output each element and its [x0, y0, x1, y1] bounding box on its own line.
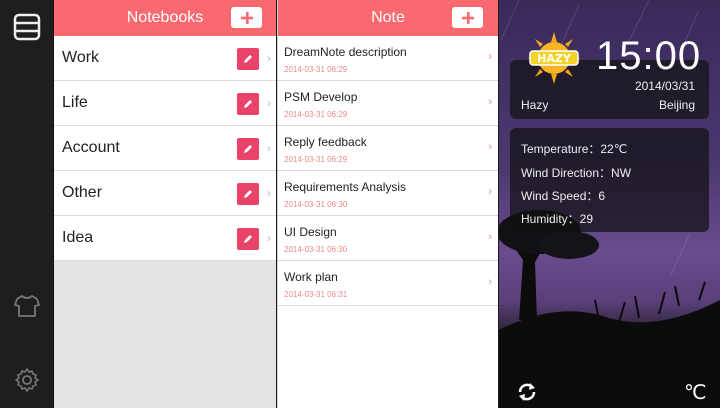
- note-date: 2014-03-31 06:29: [284, 155, 348, 164]
- edit-notebook-button[interactable]: [237, 228, 259, 250]
- plus-icon: [240, 11, 253, 24]
- pencil-icon: [244, 55, 252, 63]
- note-item[interactable]: Requirements Analysis 2014-03-31 06:30 ›: [278, 171, 498, 216]
- pencil-icon: [244, 190, 252, 198]
- notebook-item-life[interactable]: Life ›: [54, 81, 276, 126]
- chevron-right-icon: ›: [488, 186, 492, 198]
- chevron-right-icon: ›: [488, 276, 492, 288]
- notebook-item-other[interactable]: Other ›: [54, 171, 276, 216]
- humidity-text: Humidity：29: [521, 212, 594, 226]
- notes-title: Note: [371, 9, 405, 26]
- chevron-right-icon: ›: [267, 186, 271, 200]
- notebook-label: Account: [62, 139, 120, 156]
- notebook-label: Idea: [62, 229, 94, 246]
- notes-header: Note: [278, 0, 498, 36]
- note-date: 2014-03-31 06:29: [284, 65, 348, 74]
- add-note-button[interactable]: [452, 7, 483, 28]
- note-title: Work plan: [284, 270, 338, 284]
- menu-icon[interactable]: [13, 13, 41, 41]
- wind-speed-text: Wind Speed：6: [521, 189, 606, 203]
- note-item[interactable]: PSM Develop 2014-03-31 06:29 ›: [278, 81, 498, 126]
- notebooks-header: Notebooks: [54, 0, 276, 36]
- gear-icon[interactable]: [13, 366, 41, 394]
- note-date: 2014-03-31 06:30: [284, 200, 348, 209]
- pencil-icon: [244, 100, 252, 108]
- chevron-right-icon: ›: [267, 231, 271, 245]
- notebook-list: Work › Life › Account › Other › Idea ›: [54, 36, 276, 261]
- badge-text: HAZY: [537, 52, 572, 65]
- note-item[interactable]: Work plan 2014-03-31 06:31 ›: [278, 261, 498, 306]
- note-date: 2014-03-31 06:29: [284, 110, 348, 119]
- edit-notebook-button[interactable]: [237, 48, 259, 70]
- refresh-icon[interactable]: [516, 381, 538, 403]
- weather-city: Beijing: [658, 98, 695, 112]
- note-title: Reply feedback: [284, 135, 367, 149]
- add-notebook-button[interactable]: [231, 7, 262, 28]
- weather-condition: Hazy: [521, 98, 549, 112]
- chevron-right-icon: ›: [488, 231, 492, 243]
- clock-time: 15:00: [596, 34, 702, 78]
- notebook-item-work[interactable]: Work ›: [54, 36, 276, 81]
- weather-date: 2014/03/31: [634, 79, 695, 93]
- chevron-right-icon: ›: [488, 96, 492, 108]
- notebook-item-account[interactable]: Account ›: [54, 126, 276, 171]
- edit-notebook-button[interactable]: [237, 138, 259, 160]
- note-item[interactable]: UI Design 2014-03-31 06:30 ›: [278, 216, 498, 261]
- edit-notebook-button[interactable]: [237, 93, 259, 115]
- note-title: DreamNote description: [284, 45, 407, 59]
- note-title: UI Design: [284, 225, 337, 239]
- left-rail: [0, 0, 54, 408]
- chevron-right-icon: ›: [267, 51, 271, 65]
- chevron-right-icon: ›: [488, 141, 492, 153]
- plus-icon: [461, 11, 474, 24]
- note-list: DreamNote description 2014-03-31 06:29 ›…: [278, 36, 498, 306]
- note-item[interactable]: Reply feedback 2014-03-31 06:29 ›: [278, 126, 498, 171]
- notebook-label: Work: [62, 49, 100, 66]
- shirt-icon[interactable]: [13, 292, 41, 320]
- celsius-toggle-button[interactable]: ℃: [684, 380, 706, 405]
- notebooks-title: Notebooks: [126, 9, 204, 26]
- chevron-right-icon: ›: [267, 141, 271, 155]
- notebook-label: Life: [62, 94, 88, 111]
- pencil-icon: [244, 235, 252, 243]
- wind-direction-text: Wind Direction：NW: [521, 166, 632, 180]
- note-title: PSM Develop: [284, 90, 358, 104]
- pencil-icon: [244, 145, 252, 153]
- note-date: 2014-03-31 06:31: [284, 290, 348, 299]
- notebooks-panel: Notebooks Work › Life › Account › Other …: [54, 0, 276, 408]
- note-title: Requirements Analysis: [284, 180, 407, 194]
- note-item[interactable]: DreamNote description 2014-03-31 06:29 ›: [278, 36, 498, 81]
- edit-notebook-button[interactable]: [237, 183, 259, 205]
- chevron-right-icon: ›: [267, 96, 271, 110]
- note-date: 2014-03-31 06:30: [284, 245, 348, 254]
- chevron-right-icon: ›: [488, 51, 492, 63]
- notes-panel: Note DreamNote description 2014-03-31 06…: [277, 0, 498, 408]
- sun-icon: HAZY: [528, 32, 580, 84]
- notebook-label: Other: [62, 184, 103, 201]
- temperature-text: Temperature：22℃: [521, 142, 628, 156]
- notebook-item-idea[interactable]: Idea ›: [54, 216, 276, 261]
